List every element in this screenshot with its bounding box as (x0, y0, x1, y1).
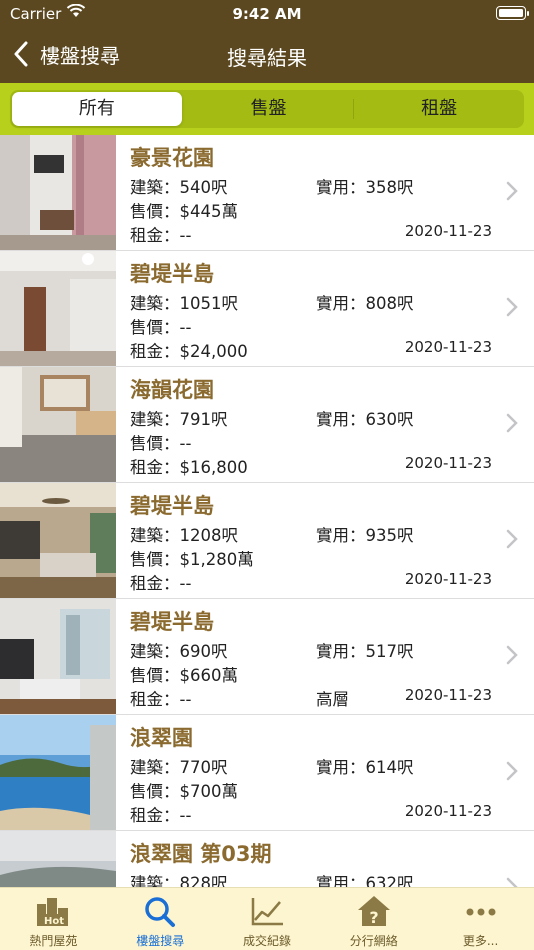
rent-price: 租金：-- (130, 806, 192, 825)
sale-price: 售價：$1,280萬 (130, 550, 254, 569)
listing-row[interactable]: 浪翠園 建築：770呎 實用：614呎 售價：$700萬 租金：-- 2020-… (0, 715, 534, 831)
back-label: 樓盤搜尋 (40, 43, 120, 68)
tab-label: 樓盤搜尋 (136, 934, 185, 948)
segment-all[interactable]: 所有 (12, 92, 182, 126)
hot-buildings-icon: Hot (37, 898, 69, 927)
tab-label: 更多... (462, 934, 499, 948)
more-dots-icon (466, 908, 496, 916)
gross-area: 建築：1208呎 (130, 526, 238, 545)
saleable-area: 實用：614呎 (316, 758, 414, 777)
tab-more[interactable]: 更多... (427, 888, 534, 950)
listing-list[interactable]: 豪景花園 建築：540呎 實用：358呎 售價：$445萬 租金：-- 2020… (0, 135, 534, 887)
segment-sale[interactable]: 售盤 (184, 90, 354, 128)
listing-name: 豪景花園 (130, 146, 214, 170)
listing-row[interactable]: 海韻花園 建築：791呎 實用：630呎 售價：-- 租金：$16,800 20… (0, 367, 534, 483)
listing-name: 碧堤半島 (130, 262, 214, 286)
chevron-right-icon (506, 297, 518, 317)
listing-date: 2020-11-23 (404, 338, 492, 356)
listing-date: 2020-11-23 (404, 222, 492, 240)
listing-date: 2020-11-23 (404, 454, 492, 472)
listing-photo (0, 715, 116, 830)
gross-area: 建築：828呎 (130, 874, 228, 887)
rent-price: 租金：$16,800 (130, 458, 248, 477)
chevron-right-icon (506, 413, 518, 433)
rent-price: 租金：-- (130, 574, 192, 593)
tab-bar: Hot 熱門屋苑 樓盤搜尋 成交紀錄 ? 分行網絡 更多... (0, 887, 534, 950)
listing-photo (0, 251, 116, 366)
saleable-area: 實用：630呎 (316, 410, 414, 429)
saleable-area: 實用：517呎 (316, 642, 414, 661)
tab-label: 成交紀錄 (242, 934, 291, 948)
sale-price: 售價：$660萬 (130, 666, 238, 685)
chevron-right-icon (506, 181, 518, 201)
tab-branch-network[interactable]: ? 分行網絡 (320, 888, 427, 950)
status-bar: Carrier 9:42 AM (0, 0, 534, 28)
search-icon (145, 897, 176, 927)
sale-price: 售價：-- (130, 434, 192, 453)
listing-row[interactable]: 豪景花園 建築：540呎 實用：358呎 售價：$445萬 租金：-- 2020… (0, 135, 534, 251)
segmented-control: 所有 售盤 租盤 (10, 90, 524, 128)
gross-area: 建築：770呎 (130, 758, 228, 777)
rent-price: 租金：$24,000 (130, 342, 248, 361)
listing-row[interactable]: 浪翠園 第03期 建築：828呎 實用：632呎 (0, 831, 534, 887)
gross-area: 建築：791呎 (130, 410, 228, 429)
rent-price: 租金：-- (130, 226, 192, 245)
segment-rent[interactable]: 租盤 (354, 90, 524, 128)
gross-area: 建築：540呎 (130, 178, 228, 197)
tab-hot-estates[interactable]: Hot 熱門屋苑 (0, 888, 107, 950)
back-button[interactable]: 樓盤搜尋 (12, 38, 120, 70)
saleable-area: 實用：935呎 (316, 526, 414, 545)
listing-date: 2020-11-23 (404, 570, 492, 588)
rent-price: 租金：-- (130, 690, 192, 709)
tab-label: 分行網絡 (349, 934, 398, 948)
tab-label: 熱門屋苑 (29, 934, 78, 948)
battery-icon (496, 6, 529, 20)
listing-name: 浪翠園 第03期 (130, 842, 272, 866)
gross-area: 建築：1051呎 (130, 294, 238, 313)
listing-photo (0, 599, 116, 714)
sale-price: 售價：-- (130, 318, 192, 337)
chevron-right-icon (506, 761, 518, 781)
chevron-right-icon (506, 645, 518, 665)
listing-photo (0, 483, 116, 598)
listing-name: 海韻花園 (130, 378, 214, 402)
chevron-right-icon (506, 877, 518, 887)
saleable-area: 實用：358呎 (316, 178, 414, 197)
filter-segment-bar: 所有 售盤 租盤 (0, 83, 534, 135)
listing-name: 碧堤半島 (130, 494, 214, 518)
listing-row[interactable]: 碧堤半島 建築：1208呎 實用：935呎 售價：$1,280萬 租金：-- 2… (0, 483, 534, 599)
listing-photo (0, 831, 116, 887)
tab-property-search[interactable]: 樓盤搜尋 (107, 888, 214, 950)
saleable-area: 實用：808呎 (316, 294, 414, 313)
floor-level: 高層 (316, 690, 349, 709)
saleable-area: 實用：632呎 (316, 874, 414, 887)
listing-date: 2020-11-23 (404, 686, 492, 704)
house-question-icon: ? (357, 896, 390, 927)
listing-photo (0, 135, 116, 250)
sale-price: 售價：$700萬 (130, 782, 238, 801)
line-chart-icon (251, 898, 283, 926)
listing-name: 碧堤半島 (130, 610, 214, 634)
listing-name: 浪翠園 (130, 726, 193, 750)
navigation-bar: 樓盤搜尋 搜尋結果 (0, 28, 534, 83)
tab-transactions[interactable]: 成交紀錄 (214, 888, 321, 950)
listing-date: 2020-11-23 (404, 802, 492, 820)
chevron-right-icon (506, 529, 518, 549)
listing-row[interactable]: 碧堤半島 建築：690呎 實用：517呎 售價：$660萬 租金：-- 高層 2… (0, 599, 534, 715)
sale-price: 售價：$445萬 (130, 202, 238, 221)
top-bar: Carrier 9:42 AM 樓盤搜尋 搜尋結果 (0, 0, 534, 83)
svg-text:?: ? (369, 908, 378, 927)
clock: 9:42 AM (232, 5, 302, 23)
gross-area: 建築：690呎 (130, 642, 228, 661)
listing-row[interactable]: 碧堤半島 建築：1051呎 實用：808呎 售價：-- 租金：$24,000 2… (0, 251, 534, 367)
listing-photo (0, 367, 116, 482)
svg-text:Hot: Hot (44, 916, 64, 927)
chevron-left-icon (14, 41, 28, 67)
